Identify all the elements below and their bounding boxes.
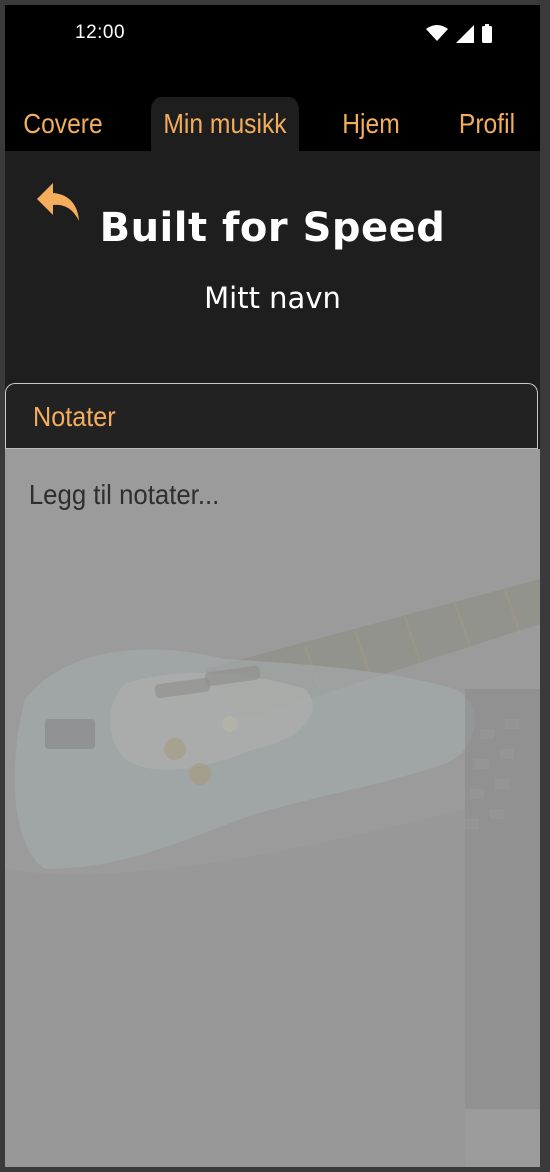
battery-icon (482, 24, 492, 47)
artist-name: Mitt navn (204, 281, 341, 315)
notes-header: Notater (5, 383, 538, 449)
notes-input[interactable] (27, 477, 482, 541)
status-time: 12:00 (75, 22, 126, 43)
status-bar: 12:00 (5, 5, 540, 63)
app-screen: 12:00 Covere Min musikk Hjem Profil Buil… (5, 5, 540, 1167)
notes-header-label: Notater (33, 401, 116, 432)
status-icons (426, 24, 492, 47)
song-title: Built for Speed (99, 205, 446, 251)
top-navigation: Covere Min musikk Hjem Profil (5, 63, 540, 151)
notes-panel (5, 449, 540, 1167)
guitar-background-image (5, 579, 540, 1167)
cellular-signal-icon (456, 24, 474, 47)
tab-profil[interactable]: Profil (447, 97, 526, 151)
tab-bar: Covere Min musikk Hjem Profil (5, 97, 540, 151)
tab-min-musikk[interactable]: Min musikk (151, 97, 299, 151)
tab-hjem[interactable]: Hjem (336, 97, 406, 151)
tab-covere[interactable]: Covere (19, 97, 107, 151)
wifi-icon (426, 25, 448, 46)
